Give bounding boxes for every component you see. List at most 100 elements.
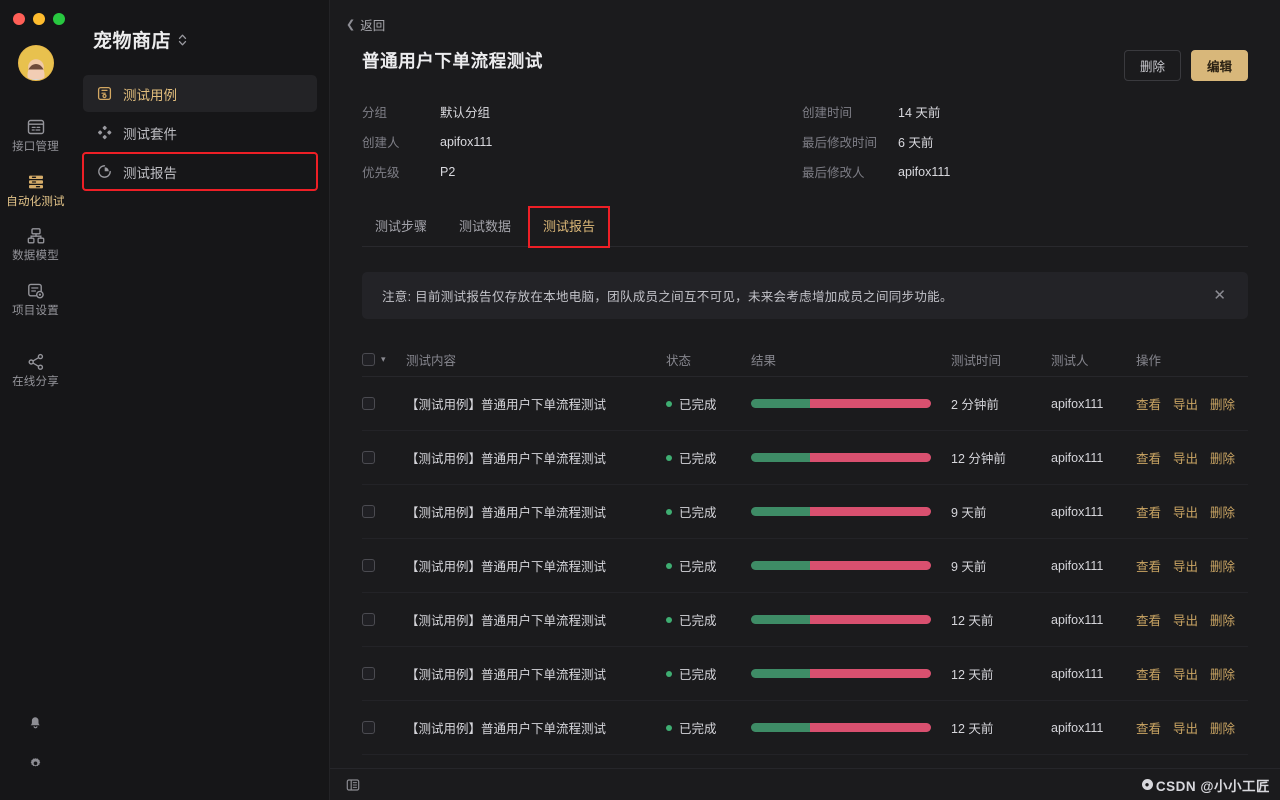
tab-test-steps[interactable]: 测试步骤 — [362, 208, 440, 246]
sidebar-item-test-suite[interactable]: 测试套件 — [83, 114, 317, 151]
minimize-window-button[interactable] — [33, 13, 45, 25]
rail-item-label: 项目设置 — [12, 304, 59, 317]
table-body: 【测试用例】普通用户下单流程测试 已完成 2 分钟前 apifox111 查看 导出 删除【… — [362, 377, 1248, 755]
chevron-down-icon[interactable]: ▾ — [381, 354, 386, 365]
gear-icon[interactable] — [27, 756, 44, 778]
view-link[interactable]: 查看 — [1136, 664, 1161, 683]
row-content: 【测试用例】普通用户下单流程测试 — [406, 614, 607, 628]
row-result — [751, 561, 951, 570]
rail-item-data-model[interactable]: 数据模型 — [0, 218, 71, 270]
row-result — [751, 615, 951, 624]
result-fail-segment — [810, 669, 931, 678]
close-icon[interactable]: ✕ — [1209, 286, 1230, 305]
table-row[interactable]: 【测试用例】普通用户下单流程测试 已完成 12 天前 apifox111 查看 导出 删除 — [362, 701, 1248, 755]
export-link[interactable]: 导出 — [1173, 502, 1198, 521]
result-fail-segment — [810, 561, 931, 570]
table-row[interactable]: 【测试用例】普通用户下单流程测试 已完成 9 天前 apifox111 查看 导出 删除 — [362, 485, 1248, 539]
panel-toggle-icon[interactable] — [346, 778, 360, 792]
tab-bar: 测试步骤 测试数据 测试报告 — [362, 206, 1248, 248]
close-window-button[interactable] — [13, 13, 25, 25]
status-badge: 已完成 — [679, 398, 717, 412]
row-checkbox[interactable] — [362, 559, 375, 572]
meta-column-right: 创建时间 14 天前 最后修改时间 6 天前 最后修改人 apifox111 — [802, 102, 950, 181]
delete-link[interactable]: 删除 — [1210, 556, 1235, 575]
rail-item-online-share[interactable]: 在线分享 — [0, 344, 71, 396]
view-link[interactable]: 查看 — [1136, 556, 1161, 575]
meta-column-left: 分组 默认分组 创建人 apifox111 优先级 P2 — [362, 102, 802, 181]
edit-button[interactable]: 编辑 — [1190, 50, 1248, 81]
table-row[interactable]: 【测试用例】普通用户下单流程测试 已完成 12 天前 apifox111 查看 导出 删除 — [362, 647, 1248, 701]
row-checkbox[interactable] — [362, 505, 375, 518]
meta-value: 6 天前 — [898, 136, 934, 150]
row-state: 已完成 — [666, 394, 751, 413]
delete-link[interactable]: 删除 — [1210, 718, 1235, 737]
export-link[interactable]: 导出 — [1173, 610, 1198, 629]
export-link[interactable]: 导出 — [1173, 394, 1198, 413]
project-selector[interactable]: 宠物商店 — [71, 0, 329, 53]
view-link[interactable]: 查看 — [1136, 610, 1161, 629]
header-time: 测试时间 — [951, 354, 1002, 368]
detail-header: 普通用户下单流程测试 删除 编辑 分组 默认分组 创建人 apifox111 优… — [330, 36, 1280, 181]
row-checkbox[interactable] — [362, 451, 375, 464]
row-ops: 查看 导出 删除 — [1136, 556, 1248, 575]
delete-link[interactable]: 删除 — [1210, 502, 1235, 521]
delete-link[interactable]: 删除 — [1210, 664, 1235, 683]
meta-value: apifox111 — [898, 164, 951, 179]
export-link[interactable]: 导出 — [1173, 664, 1198, 683]
delete-button[interactable]: 删除 — [1123, 50, 1181, 81]
view-link[interactable]: 查看 — [1136, 502, 1161, 521]
sidebar-item-test-case[interactable]: 测试用例 — [83, 75, 317, 112]
table-row[interactable]: 【测试用例】普通用户下单流程测试 已完成 12 分钟前 apifox111 查看 导出 删除 — [362, 431, 1248, 485]
export-link[interactable]: 导出 — [1173, 718, 1198, 737]
select-all-checkbox[interactable] — [362, 353, 375, 366]
status-dot-icon — [666, 400, 672, 407]
row-checkbox[interactable] — [362, 667, 375, 680]
back-button[interactable]: ❮ 返回 — [342, 13, 389, 36]
avatar[interactable] — [17, 45, 54, 81]
row-select-cell — [362, 397, 406, 410]
status-badge: 已完成 — [679, 452, 717, 466]
rail-item-api-management[interactable]: 接口管理 — [0, 109, 71, 161]
notice-text: 注意: 目前测试报告仅存放在本地电脑，团队成员之间互不可见，未来会考虑增加成员之… — [382, 290, 953, 304]
delete-link[interactable]: 删除 — [1210, 394, 1235, 413]
delete-link[interactable]: 删除 — [1210, 610, 1235, 629]
tab-test-report[interactable]: 测试报告 — [528, 206, 611, 248]
rail-item-automated-test[interactable]: 自动化测试 — [0, 164, 71, 216]
row-select-cell — [362, 505, 406, 518]
api-window-icon — [27, 118, 45, 136]
zoom-window-button[interactable] — [53, 13, 65, 25]
sidebar-item-test-report[interactable]: 测试报告 — [82, 152, 318, 191]
status-dot-icon — [666, 454, 672, 461]
view-link[interactable]: 查看 — [1136, 448, 1161, 467]
icon-rail: 接口管理 自动化测试 数据模型 项目设置 在线分享 — [0, 0, 71, 800]
rail-item-project-settings[interactable]: 项目设置 — [0, 273, 71, 325]
delete-link[interactable]: 删除 — [1210, 448, 1235, 467]
notice-banner: 注意: 目前测试报告仅存放在本地电脑，团队成员之间互不可见，未来会考虑增加成员之… — [362, 272, 1248, 319]
row-checkbox[interactable] — [362, 397, 375, 410]
row-time: 9 天前 — [951, 560, 987, 574]
view-link[interactable]: 查看 — [1136, 394, 1161, 413]
meta-block: 分组 默认分组 创建人 apifox111 优先级 P2 创建时间 14 天前 … — [362, 102, 1248, 181]
row-content: 【测试用例】普通用户下单流程测试 — [406, 398, 607, 412]
status-dot-icon — [666, 670, 672, 677]
table-row[interactable]: 【测试用例】普通用户下单流程测试 已完成 12 天前 apifox111 查看 导出 删除 — [362, 593, 1248, 647]
status-dot-icon — [666, 508, 672, 515]
bell-icon[interactable] — [27, 713, 44, 735]
row-user: apifox111 — [1051, 450, 1104, 465]
table-row[interactable]: 【测试用例】普通用户下单流程测试 已完成 2 分钟前 apifox111 查看 导出 删除 — [362, 377, 1248, 431]
table-row[interactable]: 【测试用例】普通用户下单流程测试 已完成 9 天前 apifox111 查看 导出 删除 — [362, 539, 1248, 593]
tab-test-data[interactable]: 测试数据 — [446, 208, 524, 246]
row-checkbox[interactable] — [362, 721, 375, 734]
row-content: 【测试用例】普通用户下单流程测试 — [406, 506, 607, 520]
export-link[interactable]: 导出 — [1173, 448, 1198, 467]
csdn-badge-icon: ● — [1141, 779, 1153, 790]
title-row: 普通用户下单流程测试 删除 编辑 — [362, 48, 1248, 81]
status-dot-icon — [666, 562, 672, 569]
export-link[interactable]: 导出 — [1173, 556, 1198, 575]
meta-label: 最后修改时间 — [802, 136, 878, 150]
project-name: 宠物商店 — [93, 31, 172, 52]
view-link[interactable]: 查看 — [1136, 718, 1161, 737]
row-user: apifox111 — [1051, 666, 1104, 681]
row-checkbox[interactable] — [362, 613, 375, 626]
header-select-cell: ▾ — [362, 353, 406, 366]
